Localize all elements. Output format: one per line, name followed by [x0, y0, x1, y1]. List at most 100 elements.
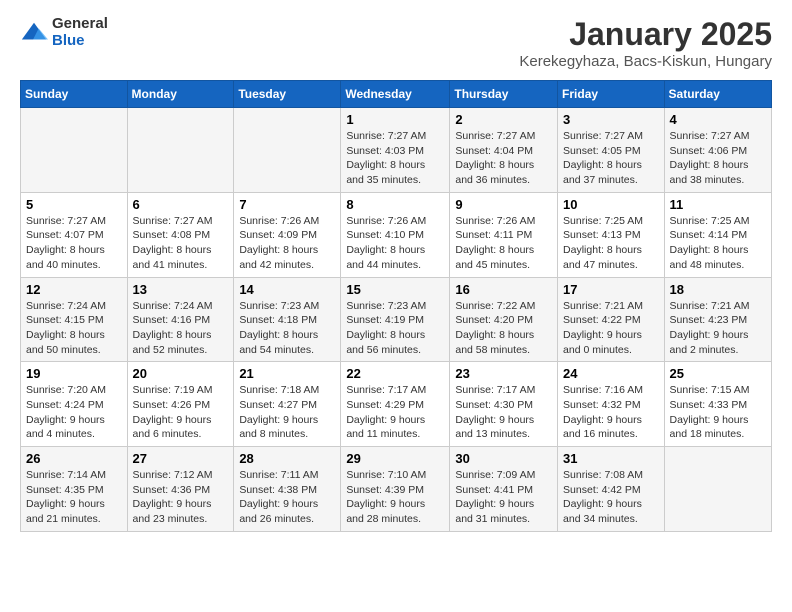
calendar-cell: 24 Sunrise: 7:16 AM Sunset: 4:32 PM Dayli…: [558, 362, 665, 447]
calendar-body: 1 Sunrise: 7:27 AM Sunset: 4:03 PM Daylig…: [21, 108, 772, 532]
calendar-cell: 11 Sunrise: 7:25 AM Sunset: 4:14 PM Dayli…: [664, 192, 771, 277]
calendar-cell: 25 Sunrise: 7:15 AM Sunset: 4:33 PM Dayli…: [664, 362, 771, 447]
calendar-cell: 7 Sunrise: 7:26 AM Sunset: 4:09 PM Daylig…: [234, 192, 341, 277]
calendar-table: SundayMondayTuesdayWednesdayThursdayFrid…: [20, 80, 772, 532]
day-info: Sunrise: 7:11 AM Sunset: 4:38 PM Dayligh…: [239, 468, 335, 527]
calendar-cell: 23 Sunrise: 7:17 AM Sunset: 4:30 PM Dayli…: [450, 362, 558, 447]
weekday-header-saturday: Saturday: [664, 81, 771, 108]
day-number: 23: [455, 366, 552, 381]
calendar-cell: [21, 108, 128, 193]
calendar-week-3: 12Sunrise: 7:24 AM Sunset: 4:15 PM Dayli…: [21, 277, 772, 362]
day-number: 1: [346, 112, 444, 127]
day-number: 20: [133, 366, 229, 381]
day-info: Sunrise: 7:27 AM Sunset: 4:08 PM Dayligh…: [133, 214, 229, 273]
weekday-header-sunday: Sunday: [21, 81, 128, 108]
day-number: 2: [455, 112, 552, 127]
day-number: 27: [133, 451, 229, 466]
calendar-cell: 19 Sunrise: 7:20 AM Sunset: 4:24 PM Dayli…: [21, 362, 128, 447]
day-info: Sunrise: 7:09 AM Sunset: 4:41 PM Dayligh…: [455, 468, 552, 527]
calendar-cell: 29 Sunrise: 7:10 AM Sunset: 4:39 PM Dayli…: [341, 447, 450, 532]
calendar-cell: [664, 447, 771, 532]
calendar-week-5: 26 Sunrise: 7:14 AM Sunset: 4:35 PM Dayli…: [21, 447, 772, 532]
day-number: 3: [563, 112, 659, 127]
day-info: Sunrise: 7:17 AM Sunset: 4:29 PM Dayligh…: [346, 383, 444, 442]
day-info: Sunrise: 7:26 AM Sunset: 4:11 PM Dayligh…: [455, 214, 552, 273]
day-number: 7: [239, 197, 335, 212]
weekday-header-monday: Monday: [127, 81, 234, 108]
day-info: Sunrise: 7:25 AM Sunset: 4:14 PM Dayligh…: [670, 214, 766, 273]
calendar-cell: 5 Sunrise: 7:27 AM Sunset: 4:07 PM Daylig…: [21, 192, 128, 277]
day-number: 30: [455, 451, 552, 466]
weekday-header-thursday: Thursday: [450, 81, 558, 108]
day-number: 13: [133, 282, 229, 297]
calendar-cell: 26 Sunrise: 7:14 AM Sunset: 4:35 PM Dayli…: [21, 447, 128, 532]
day-number: 22: [346, 366, 444, 381]
day-number: 11: [670, 197, 766, 212]
day-number: 6: [133, 197, 229, 212]
location-title: Kerekegyhaza, Bacs-Kiskun, Hungary: [519, 53, 772, 70]
calendar-cell: 1 Sunrise: 7:27 AM Sunset: 4:03 PM Daylig…: [341, 108, 450, 193]
day-info: Sunrise: 7:15 AM Sunset: 4:33 PM Dayligh…: [670, 383, 766, 442]
calendar-cell: 2 Sunrise: 7:27 AM Sunset: 4:04 PM Daylig…: [450, 108, 558, 193]
calendar-cell: 17Sunrise: 7:21 AM Sunset: 4:22 PM Dayli…: [558, 277, 665, 362]
weekday-header-row: SundayMondayTuesdayWednesdayThursdayFrid…: [21, 81, 772, 108]
calendar-cell: 9 Sunrise: 7:26 AM Sunset: 4:11 PM Daylig…: [450, 192, 558, 277]
day-info: Sunrise: 7:26 AM Sunset: 4:10 PM Dayligh…: [346, 214, 444, 273]
day-info: Sunrise: 7:16 AM Sunset: 4:32 PM Dayligh…: [563, 383, 659, 442]
day-info: Sunrise: 7:22 AM Sunset: 4:20 PM Dayligh…: [455, 299, 552, 358]
day-info: Sunrise: 7:24 AM Sunset: 4:16 PM Dayligh…: [133, 299, 229, 358]
day-info: Sunrise: 7:19 AM Sunset: 4:26 PM Dayligh…: [133, 383, 229, 442]
calendar-cell: 4 Sunrise: 7:27 AM Sunset: 4:06 PM Daylig…: [664, 108, 771, 193]
calendar-cell: 27 Sunrise: 7:12 AM Sunset: 4:36 PM Dayli…: [127, 447, 234, 532]
day-number: 21: [239, 366, 335, 381]
day-info: Sunrise: 7:21 AM Sunset: 4:23 PM Dayligh…: [670, 299, 766, 358]
day-info: Sunrise: 7:17 AM Sunset: 4:30 PM Dayligh…: [455, 383, 552, 442]
calendar-week-4: 19 Sunrise: 7:20 AM Sunset: 4:24 PM Dayli…: [21, 362, 772, 447]
calendar-cell: 15Sunrise: 7:23 AM Sunset: 4:19 PM Dayli…: [341, 277, 450, 362]
day-info: Sunrise: 7:18 AM Sunset: 4:27 PM Dayligh…: [239, 383, 335, 442]
day-number: 10: [563, 197, 659, 212]
calendar-cell: [127, 108, 234, 193]
day-info: Sunrise: 7:27 AM Sunset: 4:07 PM Dayligh…: [26, 214, 122, 273]
calendar-cell: 18Sunrise: 7:21 AM Sunset: 4:23 PM Dayli…: [664, 277, 771, 362]
day-info: Sunrise: 7:27 AM Sunset: 4:04 PM Dayligh…: [455, 129, 552, 188]
day-number: 19: [26, 366, 122, 381]
calendar-cell: 16Sunrise: 7:22 AM Sunset: 4:20 PM Dayli…: [450, 277, 558, 362]
calendar-week-2: 5 Sunrise: 7:27 AM Sunset: 4:07 PM Daylig…: [21, 192, 772, 277]
day-number: 17: [563, 282, 659, 297]
calendar-cell: 6 Sunrise: 7:27 AM Sunset: 4:08 PM Daylig…: [127, 192, 234, 277]
weekday-header-tuesday: Tuesday: [234, 81, 341, 108]
day-info: Sunrise: 7:12 AM Sunset: 4:36 PM Dayligh…: [133, 468, 229, 527]
logo: General Blue: [20, 16, 108, 49]
day-number: 28: [239, 451, 335, 466]
day-number: 29: [346, 451, 444, 466]
day-info: Sunrise: 7:25 AM Sunset: 4:13 PM Dayligh…: [563, 214, 659, 273]
calendar-cell: 12Sunrise: 7:24 AM Sunset: 4:15 PM Dayli…: [21, 277, 128, 362]
logo-blue-text: Blue: [52, 33, 108, 50]
day-number: 25: [670, 366, 766, 381]
day-number: 24: [563, 366, 659, 381]
day-number: 5: [26, 197, 122, 212]
calendar-cell: 3 Sunrise: 7:27 AM Sunset: 4:05 PM Daylig…: [558, 108, 665, 193]
logo-icon: [20, 19, 48, 47]
calendar-cell: [234, 108, 341, 193]
day-info: Sunrise: 7:08 AM Sunset: 4:42 PM Dayligh…: [563, 468, 659, 527]
calendar-cell: 8 Sunrise: 7:26 AM Sunset: 4:10 PM Daylig…: [341, 192, 450, 277]
calendar-cell: 31Sunrise: 7:08 AM Sunset: 4:42 PM Dayli…: [558, 447, 665, 532]
calendar-cell: 22 Sunrise: 7:17 AM Sunset: 4:29 PM Dayli…: [341, 362, 450, 447]
day-info: Sunrise: 7:26 AM Sunset: 4:09 PM Dayligh…: [239, 214, 335, 273]
day-number: 4: [670, 112, 766, 127]
calendar-cell: 30 Sunrise: 7:09 AM Sunset: 4:41 PM Dayli…: [450, 447, 558, 532]
day-info: Sunrise: 7:27 AM Sunset: 4:05 PM Dayligh…: [563, 129, 659, 188]
day-info: Sunrise: 7:27 AM Sunset: 4:03 PM Dayligh…: [346, 129, 444, 188]
weekday-header-friday: Friday: [558, 81, 665, 108]
day-info: Sunrise: 7:27 AM Sunset: 4:06 PM Dayligh…: [670, 129, 766, 188]
day-number: 8: [346, 197, 444, 212]
day-info: Sunrise: 7:20 AM Sunset: 4:24 PM Dayligh…: [26, 383, 122, 442]
day-number: 9: [455, 197, 552, 212]
day-info: Sunrise: 7:10 AM Sunset: 4:39 PM Dayligh…: [346, 468, 444, 527]
calendar-cell: 28 Sunrise: 7:11 AM Sunset: 4:38 PM Dayli…: [234, 447, 341, 532]
calendar-cell: 13 Sunrise: 7:24 AM Sunset: 4:16 PM Dayli…: [127, 277, 234, 362]
day-info: Sunrise: 7:14 AM Sunset: 4:35 PM Dayligh…: [26, 468, 122, 527]
day-number: 26: [26, 451, 122, 466]
